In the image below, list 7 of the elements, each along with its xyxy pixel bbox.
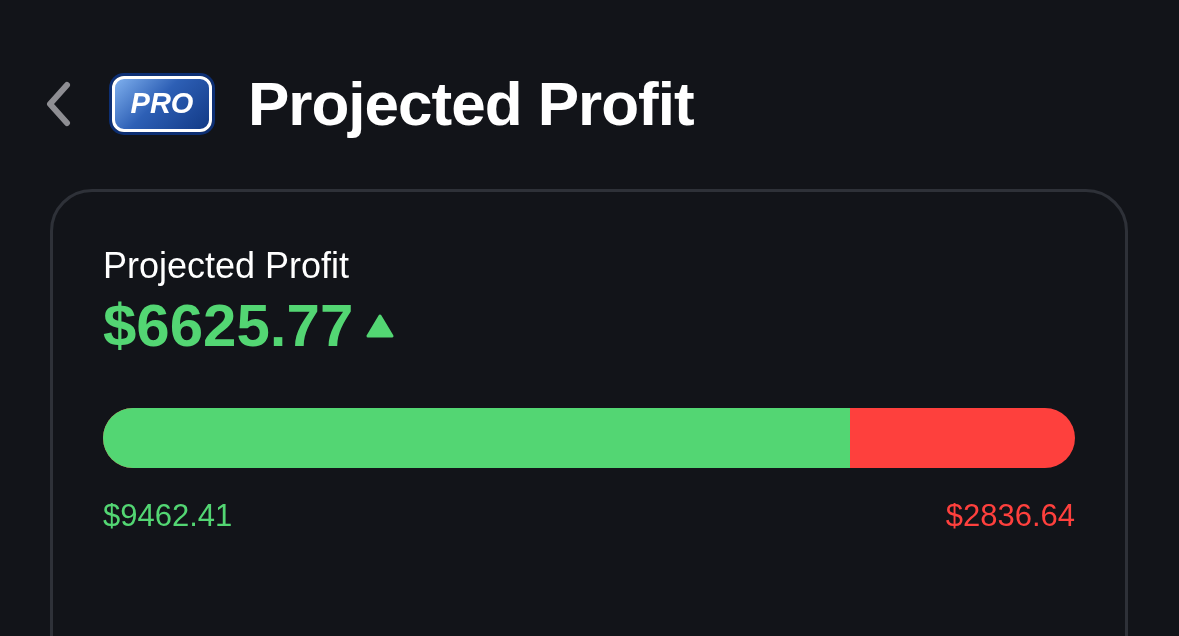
pro-badge: PRO (112, 75, 212, 132)
page-title: Projected Profit (248, 68, 694, 139)
revenue-amount: $9462.41 (103, 498, 233, 534)
profit-value: $6625.77 (103, 291, 354, 361)
back-chevron-icon (45, 80, 71, 127)
card-label: Projected Profit (103, 244, 351, 288)
cost-amount: $2836.64 (945, 498, 1075, 534)
